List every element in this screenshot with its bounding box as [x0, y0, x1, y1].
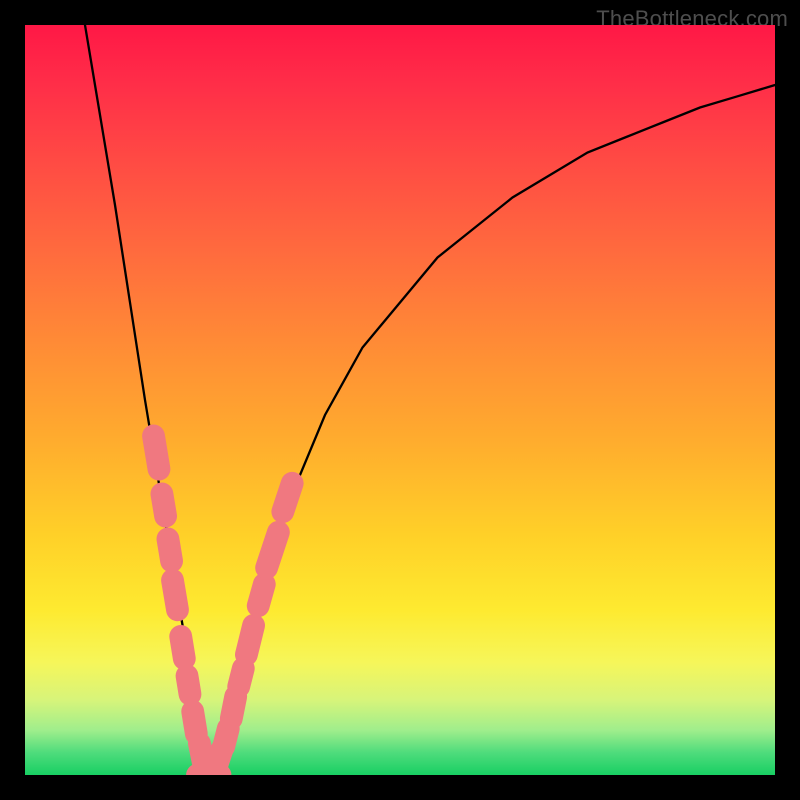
curve-right-arm — [213, 85, 776, 775]
bead-marker — [154, 436, 160, 469]
bead-marker — [231, 697, 235, 719]
bead-marker — [224, 728, 229, 746]
bead-marker — [168, 539, 172, 561]
bead-marker — [283, 483, 292, 511]
chart-frame: TheBottleneck.com — [0, 0, 800, 800]
plot-area — [25, 25, 775, 775]
bead-marker — [246, 625, 253, 654]
bead-marker — [239, 668, 244, 686]
bead-marker — [173, 580, 178, 610]
bead-marker — [187, 676, 190, 694]
bead-marker — [162, 494, 166, 516]
bead-marker — [181, 636, 185, 658]
bead-marker — [267, 532, 279, 568]
bead-marker — [199, 743, 203, 761]
bead-marker — [193, 711, 197, 733]
markers-group — [154, 436, 293, 775]
bead-marker — [258, 584, 264, 606]
curve-overlay — [25, 25, 775, 775]
